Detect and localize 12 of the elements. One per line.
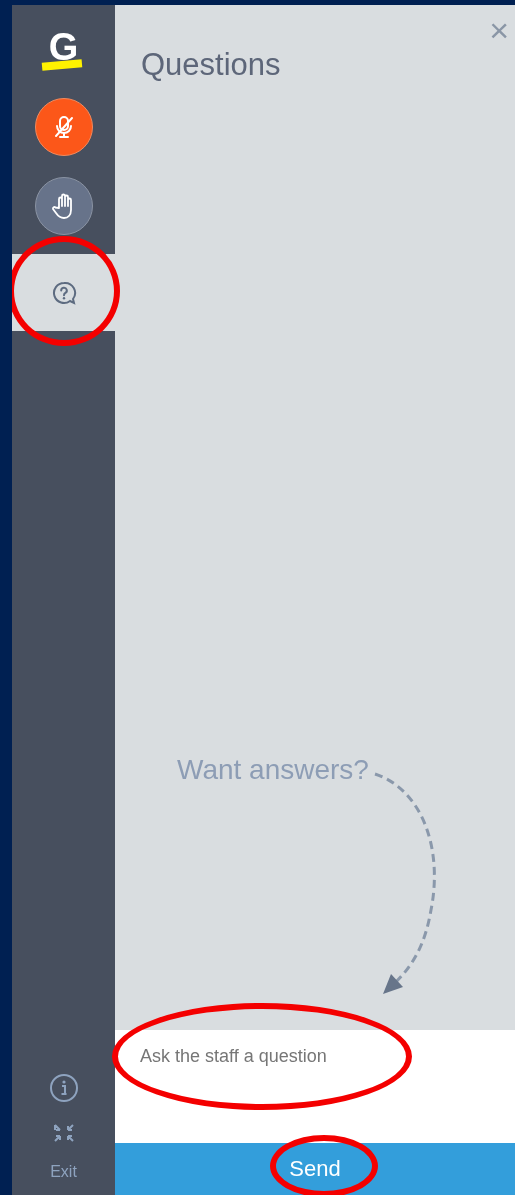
questions-tab[interactable] <box>12 254 115 331</box>
info-button[interactable] <box>48 1073 79 1103</box>
hint-text: Want answers? <box>177 754 369 786</box>
logo: G <box>38 25 89 77</box>
question-bubble-icon <box>50 279 77 306</box>
exit-button[interactable]: Exit <box>50 1163 77 1181</box>
fullscreen-button[interactable] <box>52 1123 75 1143</box>
panel-title: Questions <box>141 47 281 83</box>
send-button[interactable]: Send <box>115 1143 515 1195</box>
close-button[interactable]: × <box>489 15 509 45</box>
info-icon <box>48 1073 79 1103</box>
collapse-arrows-icon <box>52 1123 75 1143</box>
